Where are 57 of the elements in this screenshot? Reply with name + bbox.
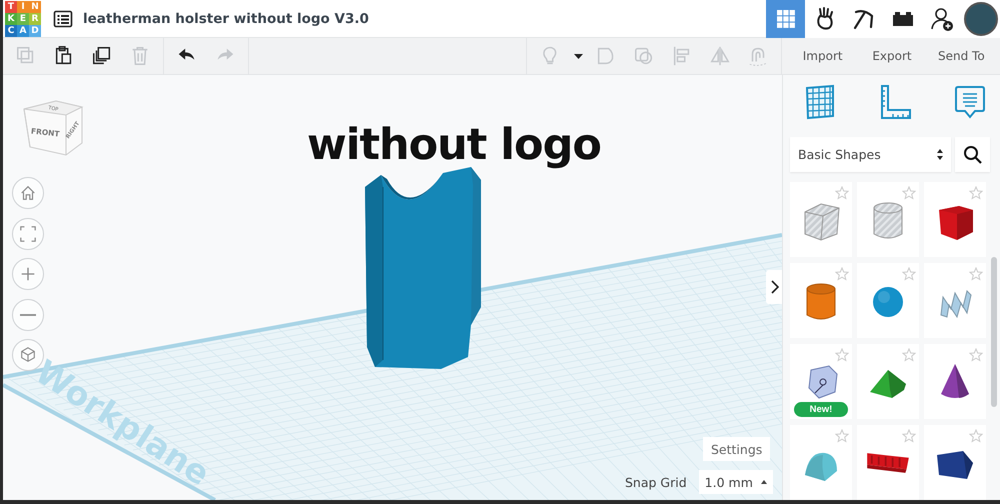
shape-tile[interactable] bbox=[924, 263, 986, 338]
scene-text-object[interactable]: without logo bbox=[307, 120, 601, 170]
shape-tile[interactable] bbox=[924, 182, 986, 257]
shape-tile[interactable] bbox=[790, 182, 852, 257]
design-title: leatherman holster without logo V3.0 bbox=[83, 10, 369, 26]
shape-tile[interactable] bbox=[924, 425, 986, 500]
fit-view-icon bbox=[19, 224, 37, 242]
new-badge: New! bbox=[794, 402, 848, 417]
mirror-icon bbox=[709, 45, 731, 67]
fit-view-button[interactable] bbox=[12, 218, 44, 250]
search-button[interactable] bbox=[955, 137, 990, 172]
sort-arrows-icon bbox=[937, 149, 943, 160]
settings-button[interactable]: Settings bbox=[703, 437, 770, 461]
shape-tile[interactable] bbox=[857, 425, 919, 500]
avatar[interactable] bbox=[961, 0, 1000, 38]
star-icon[interactable] bbox=[902, 267, 916, 281]
star-icon[interactable] bbox=[835, 348, 849, 362]
ungroup-icon bbox=[633, 45, 655, 67]
snap-grid-label: Snap Grid bbox=[625, 474, 687, 490]
add-user-icon bbox=[928, 6, 954, 32]
caret-icon bbox=[760, 480, 767, 484]
star-icon[interactable] bbox=[902, 186, 916, 200]
logo[interactable]: T I N K E R C A D bbox=[5, 0, 41, 36]
shape-tile[interactable] bbox=[857, 182, 919, 257]
design-list-icon[interactable] bbox=[53, 8, 73, 28]
shape-tile[interactable] bbox=[857, 263, 919, 338]
shape-tile[interactable] bbox=[790, 263, 852, 338]
note-tool[interactable] bbox=[952, 83, 988, 121]
chevron-icon bbox=[771, 280, 779, 294]
star-icon[interactable] bbox=[835, 186, 849, 200]
note-icon bbox=[952, 83, 988, 121]
perspective-cube-icon bbox=[19, 346, 37, 364]
star-icon[interactable] bbox=[969, 267, 983, 281]
star-icon[interactable] bbox=[969, 186, 983, 200]
star-icon[interactable] bbox=[835, 267, 849, 281]
star-icon[interactable] bbox=[969, 348, 983, 362]
panel-collapse-button[interactable] bbox=[766, 270, 782, 304]
shape-tile[interactable] bbox=[790, 425, 852, 500]
zoom-in-icon bbox=[19, 265, 37, 283]
shape-tile[interactable] bbox=[857, 344, 919, 419]
star-icon[interactable] bbox=[835, 429, 849, 443]
search-icon bbox=[962, 144, 982, 164]
snap-grid-dropdown[interactable]: 1.0 mm bbox=[698, 470, 773, 494]
holster-model[interactable] bbox=[365, 167, 481, 369]
zoom-in-button[interactable] bbox=[12, 258, 44, 290]
shape-library-dropdown[interactable]: Basic Shapes bbox=[790, 137, 951, 172]
duplicate-icon bbox=[91, 45, 113, 67]
home-icon bbox=[19, 184, 37, 202]
scrollbar[interactable] bbox=[991, 257, 997, 407]
zoom-out-button[interactable] bbox=[12, 298, 44, 330]
home-button[interactable] bbox=[12, 177, 44, 209]
magnet-icon bbox=[747, 45, 769, 67]
star-icon[interactable] bbox=[902, 348, 916, 362]
star-icon[interactable] bbox=[902, 429, 916, 443]
shape-tile[interactable] bbox=[924, 344, 986, 419]
caret-icon bbox=[574, 54, 582, 58]
star-icon[interactable] bbox=[969, 429, 983, 443]
